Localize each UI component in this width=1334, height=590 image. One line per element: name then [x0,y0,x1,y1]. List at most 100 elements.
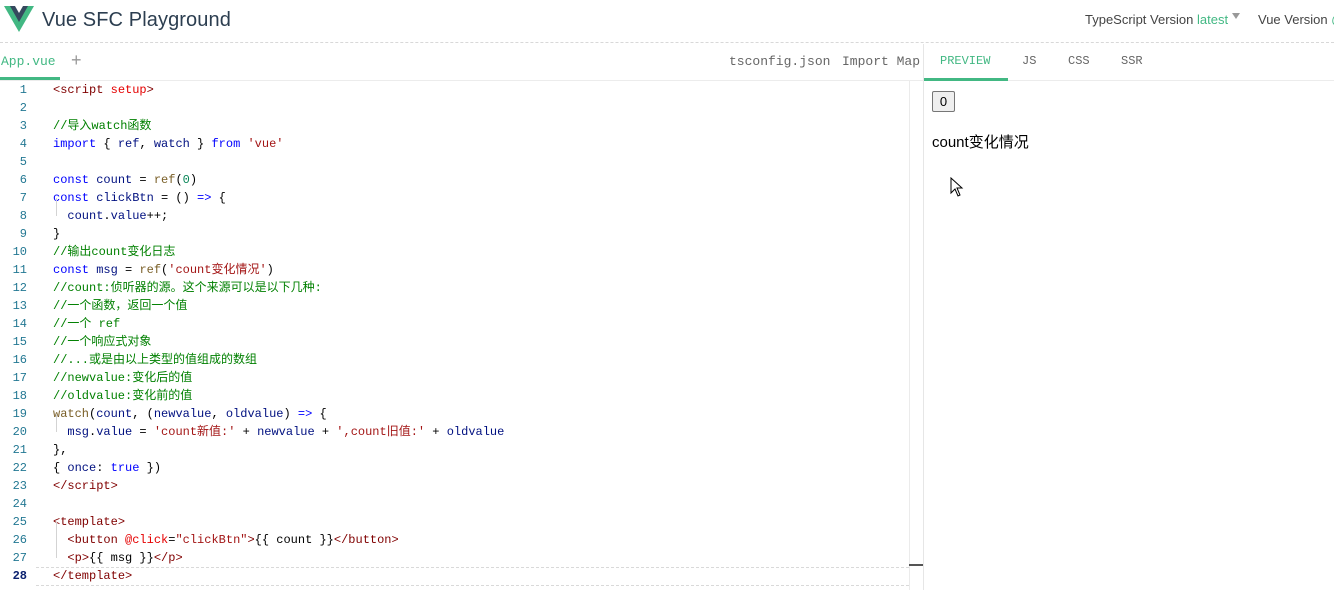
code-token: , [211,407,226,421]
line-number: 23 [12,479,27,493]
current-line-highlight [36,567,909,586]
vertical-scrollbar[interactable] [909,81,910,590]
code-line[interactable]: //count:侦听器的源。这个来源可以是以下几种: [53,279,322,297]
caret-down-icon[interactable] [1232,13,1240,19]
code-token: script [67,479,111,493]
typescript-version-selector[interactable]: TypeScript Version latest [1085,12,1228,27]
code-line[interactable]: </template> [53,567,132,585]
code-line[interactable]: //一个函数，返回一个值 [53,297,187,315]
code-token: > [125,569,133,583]
code-line[interactable]: const count = ref(0) [53,171,197,189]
typescript-version-value: latest [1197,12,1229,27]
code-token: , [139,137,154,151]
code-line[interactable]: const msg = ref('count变化情况') [53,261,274,279]
code-line[interactable]: const clickBtn = () => { [53,189,226,207]
count-button[interactable]: 0 [932,91,955,112]
code-line[interactable]: //oldvalue:变化前的值 [53,387,192,405]
code-token: ) [283,407,298,421]
code-token: const [53,173,90,187]
code-line[interactable]: <p>{{ msg }}</p> [53,549,183,567]
code-line[interactable]: //一个响应式对象 [53,333,151,351]
code-line[interactable]: //导入watch函数 [53,117,151,135]
line-number: 19 [12,407,27,421]
code-token: > [175,551,183,565]
code-editor[interactable]: 1 2 3 4 5 6 7 8 9 10 11 12 13 14 15 16 17 18 19 20 21 22 23 24 2… [0,81,923,590]
code-line[interactable]: count.value++; [53,207,168,225]
code-line[interactable]: { once: true }) [53,459,161,477]
code-line[interactable]: } [53,225,60,243]
code-token: msg [67,425,90,439]
code-token: = () [153,191,198,205]
tab-ssr[interactable]: SSR [1121,54,1143,68]
code-token: = [132,425,154,439]
code-token: {{ count }} [254,533,334,547]
code-line[interactable]: <script setup> [53,81,154,99]
code-token: button [74,533,118,547]
tab-import-map[interactable]: Import Map [842,54,920,69]
app-header: Vue SFC Playground TypeScript Version la… [0,0,1334,43]
code-line[interactable]: //...或是由以上类型的值组成的数组 [53,351,257,369]
code-token: template [67,569,126,583]
code-token: { [96,137,118,151]
line-number: 7 [19,191,27,205]
code-token: + [314,425,337,439]
code-token: template [60,515,118,529]
code-line[interactable]: </script> [53,477,118,495]
vue-logo-icon[interactable] [4,6,34,32]
tab-app-vue[interactable]: App.vue [0,44,60,80]
tab-js[interactable]: JS [1022,54,1036,68]
code-token: newvalue [153,407,212,421]
add-file-button[interactable]: + [71,50,82,71]
code-line[interactable]: //newvalue:变化后的值 [53,369,192,387]
code-line[interactable]: }, [53,441,67,459]
line-number: 20 [12,425,27,439]
code-token: count [67,209,104,223]
code-token: const [53,191,90,205]
code-token: = [132,173,154,187]
code-token: + [235,425,258,439]
line-number: 24 [12,497,27,511]
code-line[interactable]: //输出count变化日志 [53,243,175,261]
code-token: //输出count变化日志 [53,245,176,259]
code-token: button [348,533,392,547]
tab-preview[interactable]: PREVIEW [940,54,990,68]
code-token: {{ msg }} [89,551,154,565]
line-number: 18 [12,389,27,403]
vue-version-selector[interactable]: Vue Version @ [1258,12,1334,27]
line-number: 10 [12,245,27,259]
code-token: { [211,191,226,205]
code-token: . [103,209,111,223]
output-tabs: PREVIEW JS CSS SSR [924,44,1334,81]
tab-tsconfig[interactable]: tsconfig.json [729,54,830,69]
preview-pane: 0 count变化情况 [924,81,1334,590]
code-token: oldvalue [225,407,284,421]
code-line[interactable]: <button @click="clickBtn">{{ count }}</b… [53,531,398,549]
code-line[interactable]: import { ref, watch } from 'vue' [53,135,284,153]
code-token: }) [139,461,162,475]
code-token: true [110,461,140,475]
code-line[interactable]: //一个 ref [53,315,120,333]
line-number-gutter: 1 2 3 4 5 6 7 8 9 10 11 12 13 14 15 16 17 18 19 20 21 22 23 24 2… [0,81,36,590]
code-token: > [110,479,118,493]
code-token: count [96,407,133,421]
code-token: </ [153,551,169,565]
line-number: 2 [19,101,27,115]
app-title: Vue SFC Playground [42,9,231,31]
line-number: 9 [19,227,27,241]
vue-version-label: Vue Version [1258,12,1328,27]
code-token: watch [53,407,90,421]
code-line[interactable]: msg.value = 'count新值:' + newvalue + ',co… [53,423,504,441]
code-token: "clickBtn" [175,533,248,547]
tab-css[interactable]: CSS [1068,54,1090,68]
code-token: ',count旧值:' [336,425,426,439]
code-token: ) [189,173,198,187]
code-token: p [74,551,82,565]
scrollbar-thumb[interactable] [909,564,923,566]
code-line[interactable]: <template> [53,513,125,531]
code-token: ref [117,137,140,151]
code-token: </ [53,479,68,493]
code-line[interactable]: watch(count, (newvalue, oldvalue) => { [53,405,327,423]
line-number: 25 [12,515,27,529]
